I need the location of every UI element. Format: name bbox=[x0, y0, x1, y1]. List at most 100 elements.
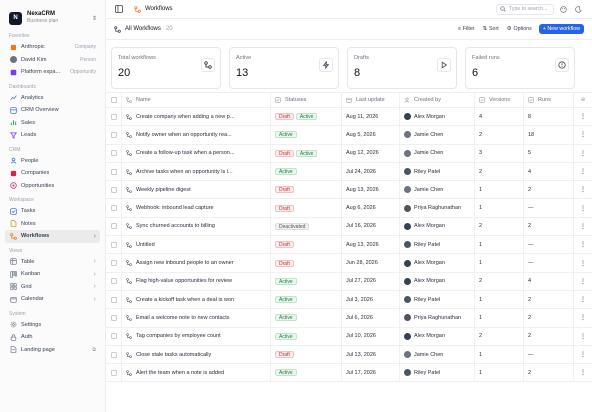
sidebar-item-grid[interactable]: Grid › bbox=[5, 281, 100, 294]
row-menu-button[interactable]: ⋮ bbox=[574, 309, 592, 326]
name-cell[interactable]: Alert the team when a note is added bbox=[122, 364, 271, 382]
row-menu-button[interactable]: ⋮ bbox=[574, 273, 592, 290]
column-header-created-by[interactable]: Created by bbox=[400, 93, 475, 107]
name-cell[interactable]: Close stale tasks automatically bbox=[122, 345, 271, 364]
row-menu-button[interactable]: ⋮ bbox=[574, 163, 592, 180]
last-update-cell: Aug 13, 2026 bbox=[342, 181, 400, 199]
sidebar-item-auth[interactable]: Auth bbox=[5, 331, 100, 344]
name-cell[interactable]: Weekly pipeline digest bbox=[122, 181, 271, 199]
row-checkbox[interactable] bbox=[110, 314, 117, 321]
workflow-icon[interactable] bbox=[201, 58, 215, 72]
table-row[interactable]: Notify owner when an opportunity rea... A… bbox=[106, 126, 592, 145]
row-checkbox[interactable] bbox=[110, 333, 117, 340]
name-cell[interactable]: Create a kickoff task when a deal is won bbox=[122, 290, 271, 309]
row-checkbox[interactable] bbox=[110, 369, 117, 376]
sidebar-item-kanban[interactable]: Kanban › bbox=[5, 268, 100, 281]
row-menu-button[interactable]: ⋮ bbox=[574, 328, 592, 345]
options-button[interactable]: ⚙ Options bbox=[507, 26, 532, 32]
row-checkbox[interactable] bbox=[110, 296, 117, 303]
name-cell[interactable]: Tag companies by employee count bbox=[122, 327, 271, 345]
table-row[interactable]: Alert the team when a note is added Activ… bbox=[106, 364, 592, 383]
row-menu-button[interactable]: ⋮ bbox=[574, 199, 592, 216]
row-menu-button[interactable]: ⋮ bbox=[574, 254, 592, 271]
row-checkbox[interactable] bbox=[110, 113, 117, 120]
sidebar-toggle-icon[interactable] bbox=[114, 4, 124, 14]
column-header-versions[interactable]: Versions bbox=[475, 93, 524, 107]
sidebar-item-settings[interactable]: Settings bbox=[5, 319, 100, 332]
bolt-icon[interactable] bbox=[319, 58, 333, 72]
row-menu-button[interactable]: ⋮ bbox=[574, 181, 592, 198]
row-menu-button[interactable]: ⋮ bbox=[574, 346, 592, 363]
new-workflow-button[interactable]: + New workflow bbox=[538, 24, 584, 34]
column-header-statuses[interactable]: Statuses bbox=[271, 93, 342, 107]
filter-button[interactable]: ≡ Filter bbox=[458, 26, 475, 32]
row-menu-button[interactable]: ⋮ bbox=[574, 108, 592, 125]
table-row[interactable]: Flag high-value opportunities for review… bbox=[106, 272, 592, 291]
table-row[interactable]: Email a welcome note to new contacts Acti… bbox=[106, 309, 592, 328]
play-icon[interactable] bbox=[437, 58, 451, 72]
row-checkbox[interactable] bbox=[110, 168, 117, 175]
name-cell[interactable]: Sync churned accounts to billing bbox=[122, 217, 271, 236]
sidebar-item-sales[interactable]: Sales bbox=[5, 117, 100, 130]
row-checkbox[interactable] bbox=[110, 131, 117, 138]
row-checkbox[interactable] bbox=[110, 223, 117, 230]
row-checkbox[interactable] bbox=[110, 278, 117, 285]
table-row[interactable]: Weekly pipeline digest Draft Aug 13, 2026 J… bbox=[106, 181, 592, 200]
sidebar-item-notes[interactable]: Notes bbox=[5, 218, 100, 231]
select-all-checkbox[interactable] bbox=[110, 97, 117, 103]
sidebar-item-tasks[interactable]: Tasks bbox=[5, 205, 100, 218]
row-menu-button[interactable]: ⋮ bbox=[574, 218, 592, 235]
name-cell[interactable]: Email a welcome note to new contacts bbox=[122, 309, 271, 327]
name-cell[interactable]: Webhook: inbound lead capture bbox=[122, 199, 271, 217]
table-row[interactable]: Webhook: inbound lead capture Draft Aug 6,… bbox=[106, 199, 592, 218]
moon-icon[interactable] bbox=[573, 4, 584, 15]
row-checkbox[interactable] bbox=[110, 351, 117, 358]
name-cell[interactable]: Create company when adding a new p... bbox=[122, 108, 271, 126]
name-cell[interactable]: Untitled bbox=[122, 236, 271, 254]
table-row[interactable]: Untitled Draft Aug 13, 2026 Riley Patel 1— ⋮ bbox=[106, 236, 592, 255]
sort-button[interactable]: ⇅ Sort bbox=[483, 26, 499, 32]
row-checkbox[interactable] bbox=[110, 186, 117, 193]
name-cell[interactable]: Create a follow-up task when a person... bbox=[122, 144, 271, 162]
row-checkbox[interactable] bbox=[110, 150, 117, 157]
name-cell[interactable]: Archive tasks when an opportunity is l..… bbox=[122, 162, 271, 181]
name-cell[interactable]: Flag high-value opportunities for review bbox=[122, 272, 271, 290]
sidebar-item-analytics[interactable]: Analytics bbox=[5, 92, 100, 105]
row-checkbox[interactable] bbox=[110, 205, 117, 212]
column-header-name[interactable]: Name bbox=[122, 93, 271, 107]
sidebar-item-calendar[interactable]: Calendar › bbox=[5, 293, 100, 306]
table-row[interactable]: Create a follow-up task when a person...… bbox=[106, 144, 592, 163]
sidebar-item-leads[interactable]: Leads bbox=[5, 129, 100, 142]
table-row[interactable]: Assign new inbound people to an owner Dra… bbox=[106, 254, 592, 273]
sidebar-item-landing-page[interactable]: Landing page ⧉ bbox=[5, 344, 100, 357]
sidebar-item-people[interactable]: People bbox=[5, 155, 100, 168]
row-menu-button[interactable]: ⋮ bbox=[574, 364, 592, 381]
table-row[interactable]: Close stale tasks automatically Draft Jul … bbox=[106, 345, 592, 365]
workspace-switcher[interactable]: N NexaCRM Business plan ⇕ bbox=[0, 0, 105, 28]
search-input[interactable]: Type to search... bbox=[496, 3, 554, 15]
sidebar-item-companies[interactable]: Companies bbox=[5, 167, 100, 180]
table-row[interactable]: Sync churned accounts to billing Deactiva… bbox=[106, 217, 592, 237]
column-header-runs[interactable]: Runs bbox=[524, 93, 574, 107]
alert-icon[interactable] bbox=[555, 58, 569, 72]
table-row[interactable]: Archive tasks when an opportunity is l..… bbox=[106, 162, 592, 182]
table-row[interactable]: Create company when adding a new p... Dra… bbox=[106, 108, 592, 127]
row-menu-button[interactable]: ⋮ bbox=[574, 145, 592, 162]
sidebar-item-crm-overview[interactable]: CRM Overview bbox=[5, 104, 100, 117]
row-menu-button[interactable]: ⋮ bbox=[574, 126, 592, 143]
column-header-last-update[interactable]: Last update bbox=[342, 93, 400, 107]
breadcrumb[interactable]: Workflows bbox=[134, 5, 173, 13]
view-selector[interactable]: All Workflows 20 bbox=[114, 25, 173, 33]
palette-icon[interactable] bbox=[558, 4, 569, 15]
row-checkbox[interactable] bbox=[110, 241, 117, 248]
sidebar-item-opportunities[interactable]: Opportunities bbox=[5, 180, 100, 193]
name-cell[interactable]: Notify owner when an opportunity rea... bbox=[122, 126, 271, 144]
table-row[interactable]: Create a kickoff task when a deal is won… bbox=[106, 290, 592, 310]
name-cell[interactable]: Assign new inbound people to an owner bbox=[122, 254, 271, 272]
row-menu-button[interactable]: ⋮ bbox=[574, 291, 592, 308]
table-row[interactable]: Tag companies by employee count Active Jul… bbox=[106, 327, 592, 346]
sidebar-item-table[interactable]: Table › bbox=[5, 256, 100, 269]
row-checkbox[interactable] bbox=[110, 260, 117, 267]
sidebar-item-workflows[interactable]: Workflows › bbox=[5, 230, 100, 243]
row-menu-button[interactable]: ⋮ bbox=[574, 236, 592, 253]
